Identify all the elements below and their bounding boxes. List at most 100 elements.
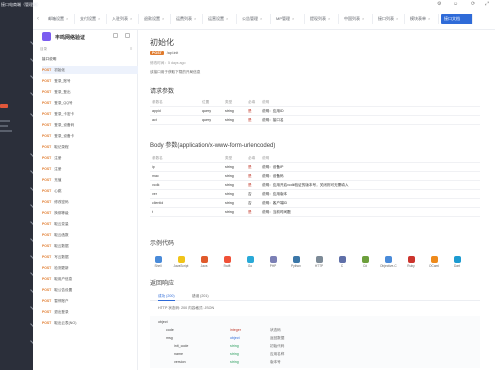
code-lang-php[interactable]: PHP	[265, 256, 281, 268]
response-tab[interactable]: 错误 (201)	[192, 294, 209, 299]
api-item[interactable]: POST 注册	[42, 165, 138, 173]
api-item[interactable]: POST 心跳	[42, 187, 138, 195]
schema-key: name	[174, 352, 183, 356]
table-cell: 说明：应用ID	[262, 109, 284, 113]
tab-label: 接口列表	[378, 16, 394, 21]
endpoint-path[interactable]: /api.init	[167, 51, 178, 55]
close-icon[interactable]: ×	[162, 14, 164, 24]
api-item[interactable]: POST 取公告设置	[42, 286, 138, 294]
response-tab[interactable]: 成功 (200)	[158, 294, 175, 301]
api-item[interactable]: POST 取云变量	[42, 220, 138, 228]
request-params-table: 参数名 位置 类型 必填 说明 appid query string 是 说明：应用ID act qu…	[150, 98, 480, 125]
copy-icon[interactable]	[113, 33, 118, 38]
body-params-table: 参数名 类型 必填 说明 ip string 是说明：设备IP mac string 是说明：设备…	[150, 154, 480, 217]
tab-label: 入驻列表	[112, 16, 128, 21]
schema-row: code integer 状态码	[150, 326, 480, 334]
api-name: 登录_设备码	[54, 123, 75, 127]
api-item[interactable]: POST 取用户信息	[42, 275, 138, 283]
column-header: 必填	[248, 156, 256, 160]
close-icon[interactable]: ×	[292, 14, 294, 24]
api-item[interactable]: POST 取云数据	[42, 242, 138, 250]
code-lang-shell[interactable]: Shell	[150, 256, 166, 268]
settings-icon[interactable]	[125, 33, 130, 38]
code-lang-c[interactable]: C	[334, 256, 350, 268]
project-name[interactable]: 丰鸣网络验证	[55, 34, 85, 41]
api-item[interactable]: POST 检测更新	[42, 264, 138, 272]
tab-item[interactable]: 模块表单 ×	[407, 14, 439, 24]
menu-icon[interactable]: ≡	[130, 46, 132, 51]
method-badge: POST	[42, 233, 52, 237]
sidebar-item[interactable]	[0, 130, 12, 132]
method-badge: POST	[42, 178, 52, 182]
api-item[interactable]: POST 登录_卡密卡	[42, 110, 138, 118]
api-item[interactable]: POST 退出登录	[42, 308, 138, 316]
api-item[interactable]: POST 暂停账户	[42, 297, 138, 305]
close-icon[interactable]: ×	[396, 14, 398, 24]
close-icon[interactable]: ×	[98, 14, 100, 24]
code-lang-java[interactable]: Java	[196, 256, 212, 268]
api-item[interactable]: POST 修改密码	[42, 198, 138, 206]
table-cell: query	[202, 109, 211, 113]
tab-item[interactable]: 接口列表 ×	[375, 14, 405, 24]
api-item[interactable]: POST 初始化	[42, 66, 138, 74]
close-icon[interactable]: ×	[130, 14, 132, 24]
code-lang-javascript[interactable]: JavaScript	[173, 256, 189, 268]
api-item[interactable]: POST 登录_设备码	[42, 121, 138, 129]
api-folder[interactable]: 接口说明	[42, 55, 138, 63]
close-icon[interactable]: ×	[328, 14, 330, 24]
tab-item[interactable]: 运费列表 ×	[173, 14, 203, 24]
table-cell: string	[225, 192, 234, 196]
code-lang-ruby[interactable]: Ruby	[403, 256, 419, 268]
code-lang-http[interactable]: HTTP	[311, 256, 327, 268]
tab-item[interactable]: 提现列表 ×	[307, 14, 339, 24]
refresh-icon[interactable]: ⟳	[471, 1, 475, 7]
chevron-left-icon[interactable]: ‹	[37, 16, 39, 22]
close-icon[interactable]: ×	[194, 14, 196, 24]
code-lang-objectivec[interactable]: Objective-C	[380, 256, 397, 268]
close-icon[interactable]: ×	[362, 14, 364, 24]
api-item[interactable]: POST 取云函数	[42, 231, 138, 239]
page-title: 初始化	[150, 38, 174, 47]
sidebar-item[interactable]	[0, 125, 8, 127]
method-badge: POST	[42, 134, 52, 138]
api-item[interactable]: POST 登录_账号	[42, 77, 138, 85]
api-item[interactable]: POST 注册	[42, 154, 138, 162]
api-name: 取公告设置	[54, 288, 73, 292]
user-icon[interactable]: ☺	[453, 1, 458, 7]
tab-item[interactable]: 支付设置 ×	[77, 14, 107, 24]
tab-item[interactable]: 退款设置 ×	[141, 14, 171, 24]
code-lang-ocaml[interactable]: OCaml	[426, 256, 442, 268]
close-icon[interactable]: ×	[260, 14, 262, 24]
method-badge: POST	[42, 288, 52, 292]
api-item[interactable]: POST 写云数据	[42, 253, 138, 261]
api-item[interactable]: POST 登录_设备卡	[42, 132, 138, 140]
code-lang-python[interactable]: Python	[288, 256, 304, 268]
api-item[interactable]: POST 换绑等级	[42, 209, 138, 217]
api-item[interactable]: POST 登录_QQ号	[42, 99, 138, 107]
close-icon[interactable]: ×	[66, 14, 68, 24]
tab-item[interactable]: 接口文档	[441, 14, 473, 24]
left-sidebar: 接口电商端（管理端）	[0, 0, 41, 370]
expand-icon[interactable]: ⤢	[485, 1, 489, 7]
tab-item[interactable]: 邮箱设置 ×	[45, 14, 75, 24]
sidebar-item[interactable]	[0, 120, 10, 122]
tab-item[interactable]: 运营设置 ×	[205, 14, 237, 24]
tab-item[interactable]: 公告管理 ×	[239, 14, 271, 24]
tab-item[interactable]: 入驻列表 ×	[109, 14, 139, 24]
api-item[interactable]: POST 充值	[42, 176, 138, 184]
schema-row: version string 版本号	[150, 358, 480, 366]
code-lang-go[interactable]: Go	[242, 256, 258, 268]
tab-item[interactable]: 中国列表 ×	[341, 14, 373, 24]
api-item[interactable]: POST 登录_登出	[42, 88, 138, 96]
tab-item[interactable]: MP管理 ×	[273, 14, 305, 24]
code-lang-c[interactable]: C#	[357, 256, 373, 268]
api-item[interactable]: POST 取记录程	[42, 143, 138, 151]
table-cell: 说明：当前时间戳	[262, 210, 291, 214]
settings-icon[interactable]: ⚙	[437, 1, 441, 7]
api-item[interactable]: POST 取出云表(NO)	[42, 319, 138, 327]
table-cell: string	[225, 201, 234, 205]
close-icon[interactable]: ×	[226, 14, 228, 24]
code-lang-swift[interactable]: Swift	[219, 256, 235, 268]
code-lang-dart[interactable]: Dart	[449, 256, 465, 268]
close-icon[interactable]: ×	[428, 14, 430, 24]
